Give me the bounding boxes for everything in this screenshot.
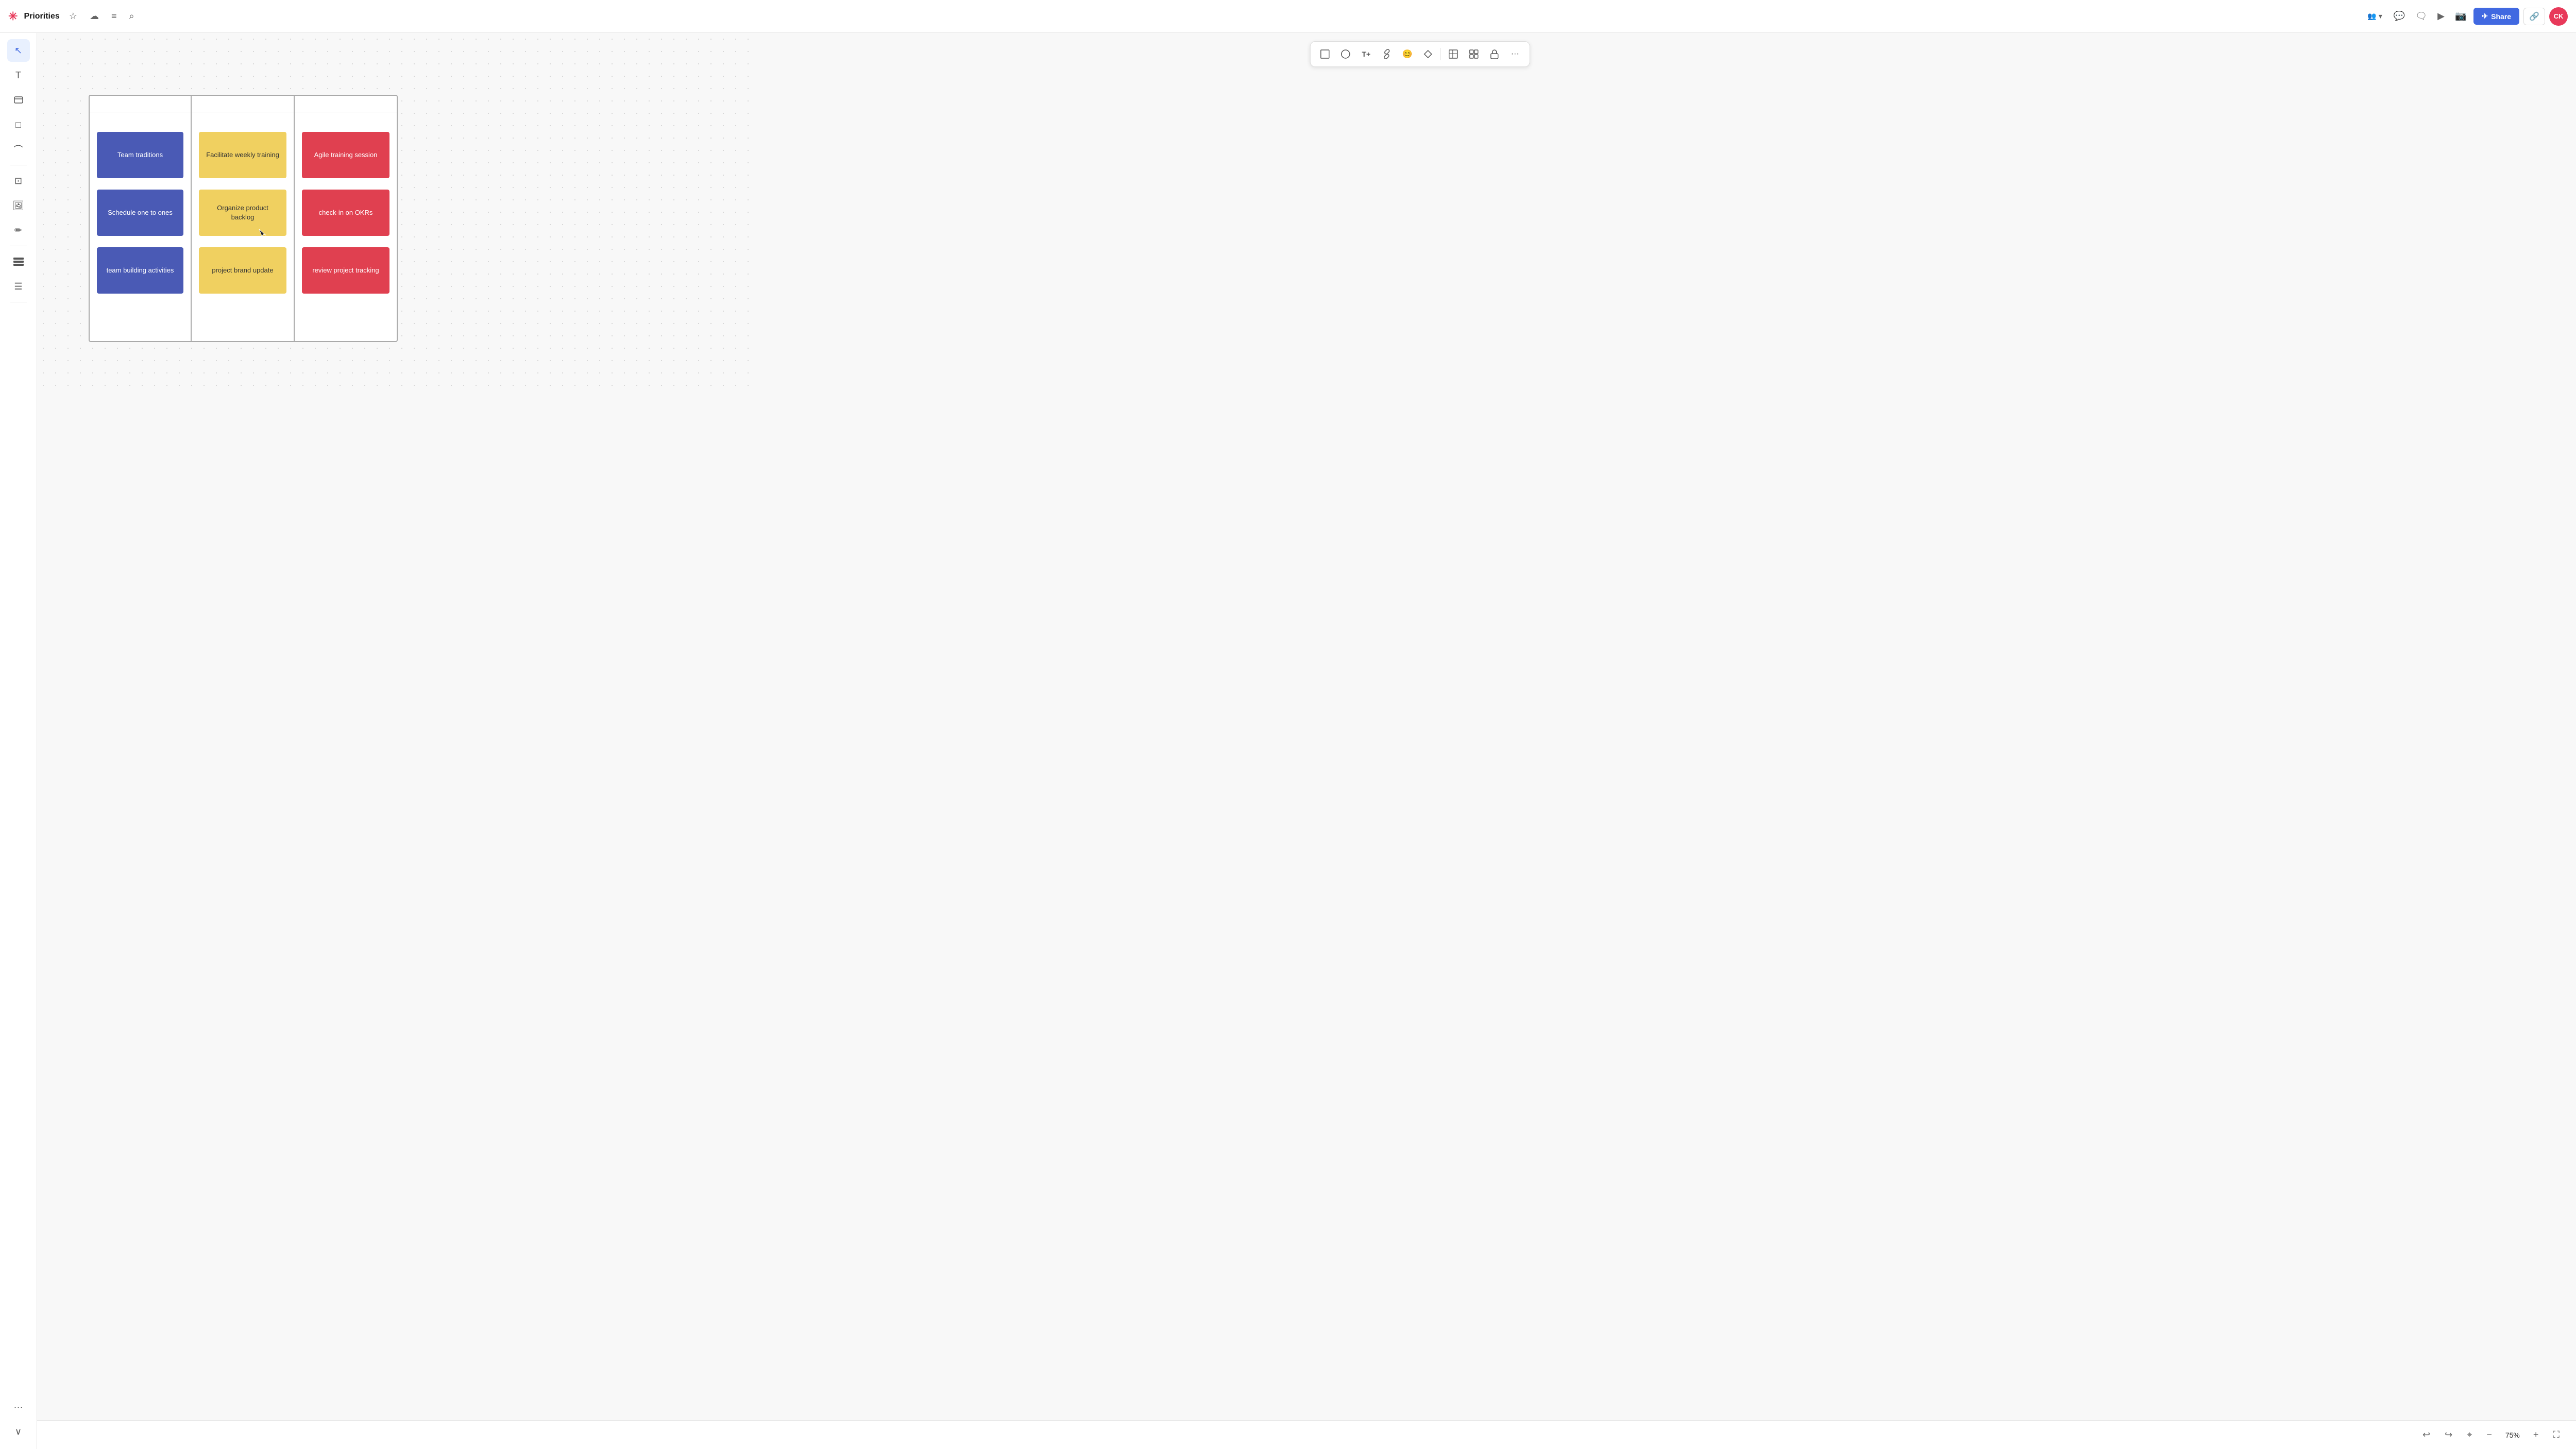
card-checkin-okrs[interactable]: check-in on OKRs (302, 190, 389, 236)
card-facilitate-weekly[interactable]: Facilitate weekly training (199, 132, 286, 178)
nav-right: 👥 ▾ 💬 🗨 ▶ 📷 ✈ Share 🔗 CK (2363, 7, 2568, 26)
share-label: Share (2491, 12, 2511, 21)
app-title: Priorities (24, 12, 59, 21)
link-button[interactable]: 🔗 (2523, 8, 2545, 25)
dropdown-icon: ▾ (2379, 12, 2382, 21)
users-button[interactable]: 👥 ▾ (2363, 9, 2386, 24)
zoom-level-display: 75% (2502, 1431, 2523, 1439)
card-text: Schedule one to ones (108, 208, 173, 217)
card-project-brand[interactable]: project brand update (199, 247, 286, 294)
app-logo-icon: ✳ (8, 10, 18, 23)
image-tool-button[interactable]: 🖼 (7, 194, 30, 217)
zoom-out-icon: − (2486, 1429, 2492, 1440)
undo-icon: ↩ (2422, 1429, 2430, 1440)
board-column-2: Facilitate weekly training Organize prod… (192, 95, 295, 342)
share-icon: ✈ (2482, 12, 2488, 21)
board-container: Team traditions Schedule one to ones tea… (89, 95, 398, 342)
nav-left: ✳ Priorities ☆ ☁ ≡ ⌕ (8, 9, 2363, 24)
card-agile-training[interactable]: Agile training session (302, 132, 389, 178)
list-tool-button[interactable] (7, 250, 30, 273)
pen-tool-button[interactable]: ✏ (7, 219, 30, 242)
zoom-in-button[interactable]: + (2529, 1427, 2543, 1442)
column-1-header (90, 96, 191, 112)
menu-button[interactable]: ≡ (108, 9, 120, 24)
card-text: team building activities (107, 266, 174, 275)
more-tools-button[interactable]: ··· (7, 1395, 30, 1418)
lines-tool-button[interactable]: ☰ (7, 275, 30, 298)
card-text: Facilitate weekly training (206, 150, 279, 160)
card-organize-backlog[interactable]: Organize product backlog (199, 190, 286, 236)
zoom-out-button[interactable]: − (2482, 1427, 2496, 1442)
card-team-traditions[interactable]: Team traditions (97, 132, 183, 178)
top-navigation: ✳ Priorities ☆ ☁ ≡ ⌕ 👥 ▾ 💬 🗨 ▶ 📷 ✈ Share… (0, 0, 2576, 33)
avatar[interactable]: CK (2549, 7, 2568, 26)
card-text: Team traditions (117, 150, 163, 160)
canvas-area[interactable]: T+ 😊 (37, 33, 750, 391)
crop-tool-button[interactable]: ⊡ (7, 169, 30, 192)
card-text: project brand update (212, 266, 273, 275)
home-view-button[interactable]: ⌖ (2463, 1427, 2476, 1442)
left-sidebar: ↖ T □ ⌒ ⊡ 🖼 ✏ ☰ ··· ∨ (0, 33, 37, 1449)
comment-button[interactable]: 🗨 (2412, 9, 2430, 24)
card-team-building[interactable]: team building activities (97, 247, 183, 294)
card-tool-button[interactable] (7, 89, 30, 111)
zoom-in-icon: + (2533, 1429, 2539, 1440)
frame-tool-button[interactable]: □ (7, 113, 30, 136)
text-tool-button[interactable]: T (7, 64, 30, 87)
video-button[interactable]: 📷 (2452, 9, 2469, 24)
present-button[interactable]: ▶ (2434, 9, 2448, 24)
users-icon: 👥 (2367, 12, 2376, 21)
column-2-header (192, 96, 294, 112)
star-button[interactable]: ☆ (66, 9, 80, 24)
chat-button[interactable]: 💬 (2391, 9, 2408, 24)
card-text: Agile training session (314, 150, 378, 160)
card-text: check-in on OKRs (319, 208, 373, 217)
share-button[interactable]: ✈ Share (2473, 8, 2519, 25)
board-column-1: Team traditions Schedule one to ones tea… (89, 95, 192, 342)
collapse-sidebar-button[interactable]: ∨ (7, 1420, 30, 1443)
card-schedule-one-to-ones[interactable]: Schedule one to ones (97, 190, 183, 236)
fullscreen-button[interactable]: ⛶ (2549, 1427, 2564, 1442)
redo-button[interactable]: ↪ (2441, 1427, 2456, 1442)
history-button[interactable]: ☁ (87, 9, 102, 24)
card-text: review project tracking (312, 266, 379, 275)
select-tool-button[interactable]: ↖ (7, 39, 30, 62)
curve-tool-button[interactable]: ⌒ (7, 138, 30, 161)
undo-button[interactable]: ↩ (2418, 1427, 2434, 1442)
redo-icon: ↪ (2445, 1429, 2452, 1440)
column-3-header (295, 96, 397, 112)
search-button[interactable]: ⌕ (126, 9, 137, 24)
board-column-3: Agile training session check-in on OKRs … (295, 95, 398, 342)
card-text: Organize product backlog (205, 203, 280, 222)
card-review-tracking[interactable]: review project tracking (302, 247, 389, 294)
bottom-bar: ↩ ↪ ⌖ − 75% + ⛶ (37, 1420, 2576, 1449)
